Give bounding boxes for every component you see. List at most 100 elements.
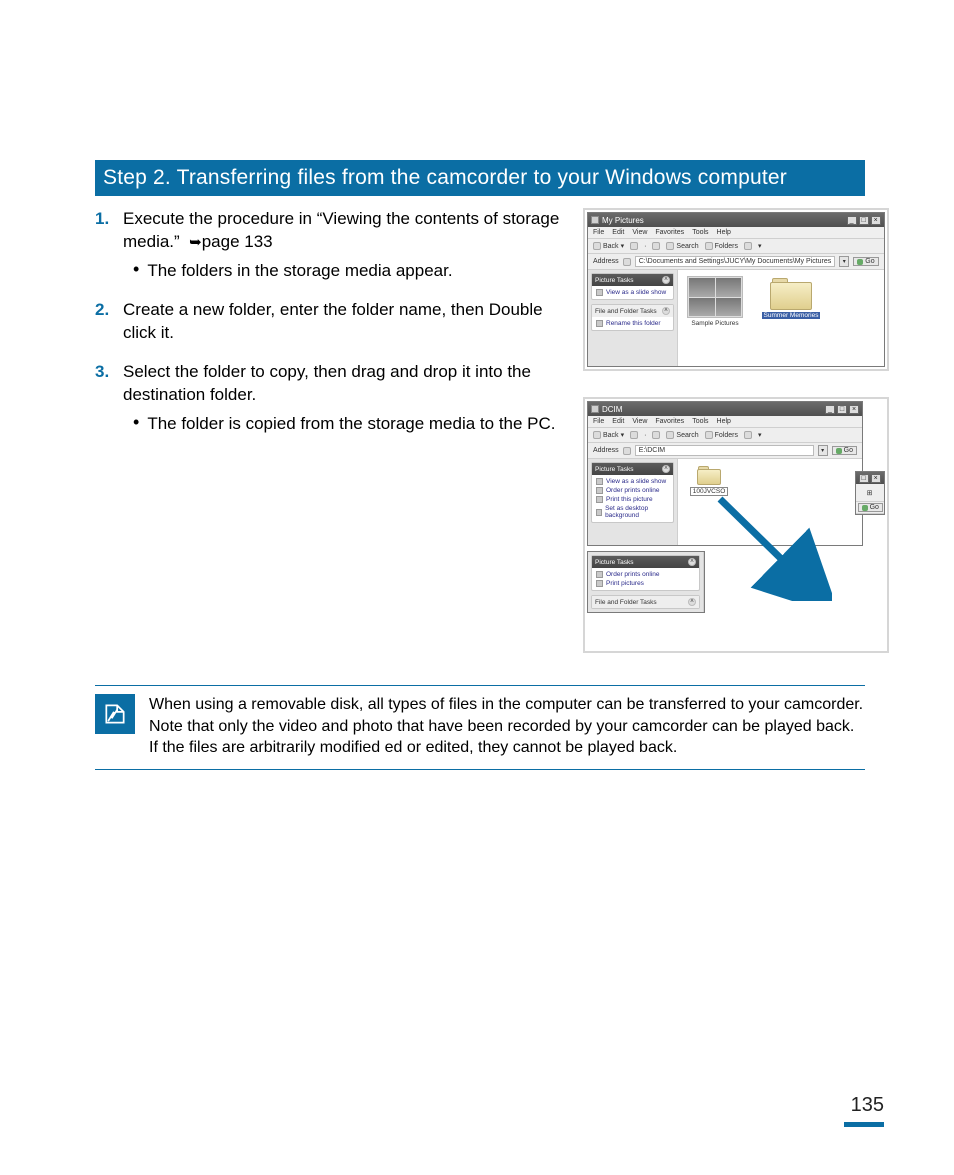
folders-button: Folders [705,431,738,439]
folders-icon [705,431,713,439]
close-icon: × [871,216,881,225]
windows-logo-icon: ⊞ [867,489,873,497]
picture-tasks-panel: Picture Tasks ˄ View as a slide show [591,273,674,300]
minimize-icon: _ [847,216,857,225]
note-text: When using a removable disk, all types o… [149,694,865,759]
window-icon [591,405,599,413]
print-icon [596,496,603,503]
panel-title: Picture Tasks [595,277,634,284]
file-tasks-panel: File and Folder Tasks ˄ [591,595,700,609]
up-icon [652,242,660,250]
step-number: 3. [95,361,113,436]
views-icon [744,431,752,439]
forward-icon [630,431,638,439]
go-button: Go [853,257,878,266]
item-label: Sample Pictures [691,320,738,327]
back-icon [593,242,601,250]
menu-item: Edit [612,418,624,425]
step-banner: Step 2. Transferring files from the camc… [95,160,865,196]
print-icon [596,580,603,587]
collapse-icon: ˄ [688,558,696,566]
menu-item: Edit [612,229,624,236]
dropdown-icon: ▾ [818,445,828,456]
toolbar: Back▾ · Search Folders ▾ [588,239,884,254]
back-button: Back▾ [593,242,624,250]
step-bullet: The folder is copied from the storage me… [147,413,555,436]
bullet-icon: • [133,413,139,436]
menu-item: View [632,229,647,236]
task-item: View as a slide show [606,289,666,296]
screenshots-column: My Pictures _ □ × File Edit View Favorit [583,208,889,653]
window-icon [591,216,599,224]
page-number: 135 [851,1094,884,1117]
folder-icon [623,258,631,266]
page-number-bar [844,1122,884,1127]
picture-tasks-panel: Picture Tasks˄ View as a slide show Orde… [591,462,674,523]
folders-button: Folders [705,242,738,250]
folder-icon [770,276,812,310]
folder-icon [697,465,721,485]
slideshow-icon [596,289,603,296]
go-icon [857,259,863,265]
desktop-icon [596,509,602,516]
address-field: E:\DCIM [635,445,814,456]
files-area: Sample Pictures Summer Memories [678,270,884,366]
picture-tasks-panel: Picture Tasks˄ Order prints online Print… [591,555,700,591]
forward-icon [630,242,638,250]
panel-title: File and Folder Tasks [595,599,657,606]
window-partial: □× ⊞ Go [855,471,885,515]
window-title: DCIM [602,405,622,414]
search-icon [666,242,674,250]
search-button: Search [666,431,698,439]
divider [95,769,865,770]
step-number: 2. [95,299,113,345]
item-label: Summer Memories [762,312,821,319]
window-title: My Pictures [602,216,644,225]
panel-title: Picture Tasks [595,466,634,473]
rename-icon [596,320,603,327]
menu-item: Tools [692,229,708,236]
note-icon [95,694,135,734]
window-controls: _ □ × [847,216,881,225]
item-label: 100JVCSO [690,487,729,496]
step-text: Create a new folder, enter the folder na… [123,300,543,342]
menu-item: Help [717,418,731,425]
arrow-right-icon: ➥ [189,234,202,251]
menu-item: Help [717,229,731,236]
minimize-icon: _ [825,405,835,414]
step-number: 1. [95,208,113,283]
collapse-icon: ˄ [688,598,696,606]
address-field: C:\Documents and Settings\JUCY\My Docume… [635,256,836,267]
step-text: Select the folder to copy, then drag and… [123,362,531,404]
step-1: 1. Execute the procedure in “Viewing the… [95,208,565,283]
maximize-icon: □ [859,216,869,225]
window-titlebar: My Pictures _ □ × [588,213,884,227]
panel-title: Picture Tasks [595,559,634,566]
file-tasks-panel: File and Folder Tasks˄ Rename this folde… [591,304,674,331]
folder-icon [623,447,631,455]
search-button: Search [666,242,698,250]
task-item: Order prints online [606,571,659,578]
back-icon [593,431,601,439]
screenshot-my-pictures: My Pictures _ □ × File Edit View Favorit [583,208,889,371]
address-label: Address [593,258,619,265]
instructions-column: 1. Execute the procedure in “Viewing the… [95,208,565,653]
dropdown-icon: ▾ [839,256,849,267]
search-icon [666,431,674,439]
maximize-icon: □ [859,474,869,483]
step-bullet: The folders in the storage media appear. [147,260,452,283]
collapse-icon: ˄ [662,276,670,284]
menu-item: Tools [692,418,708,425]
views-icon [744,242,752,250]
order-prints-icon [596,571,603,578]
maximize-icon: □ [837,405,847,414]
address-bar: Address C:\Documents and Settings\JUCY\M… [588,254,884,270]
screenshot-dcim: DCIM _□× File Edit View Favorites Tools … [583,397,889,653]
close-icon: × [871,474,881,483]
back-button: Back▾ [593,431,624,439]
window-dcim: DCIM _□× File Edit View Favorites Tools … [587,401,863,546]
folders-icon [705,242,713,250]
step-3: 3. Select the folder to copy, then drag … [95,361,565,436]
step-2: 2. Create a new folder, enter the folder… [95,299,565,345]
menu-item: File [593,229,604,236]
